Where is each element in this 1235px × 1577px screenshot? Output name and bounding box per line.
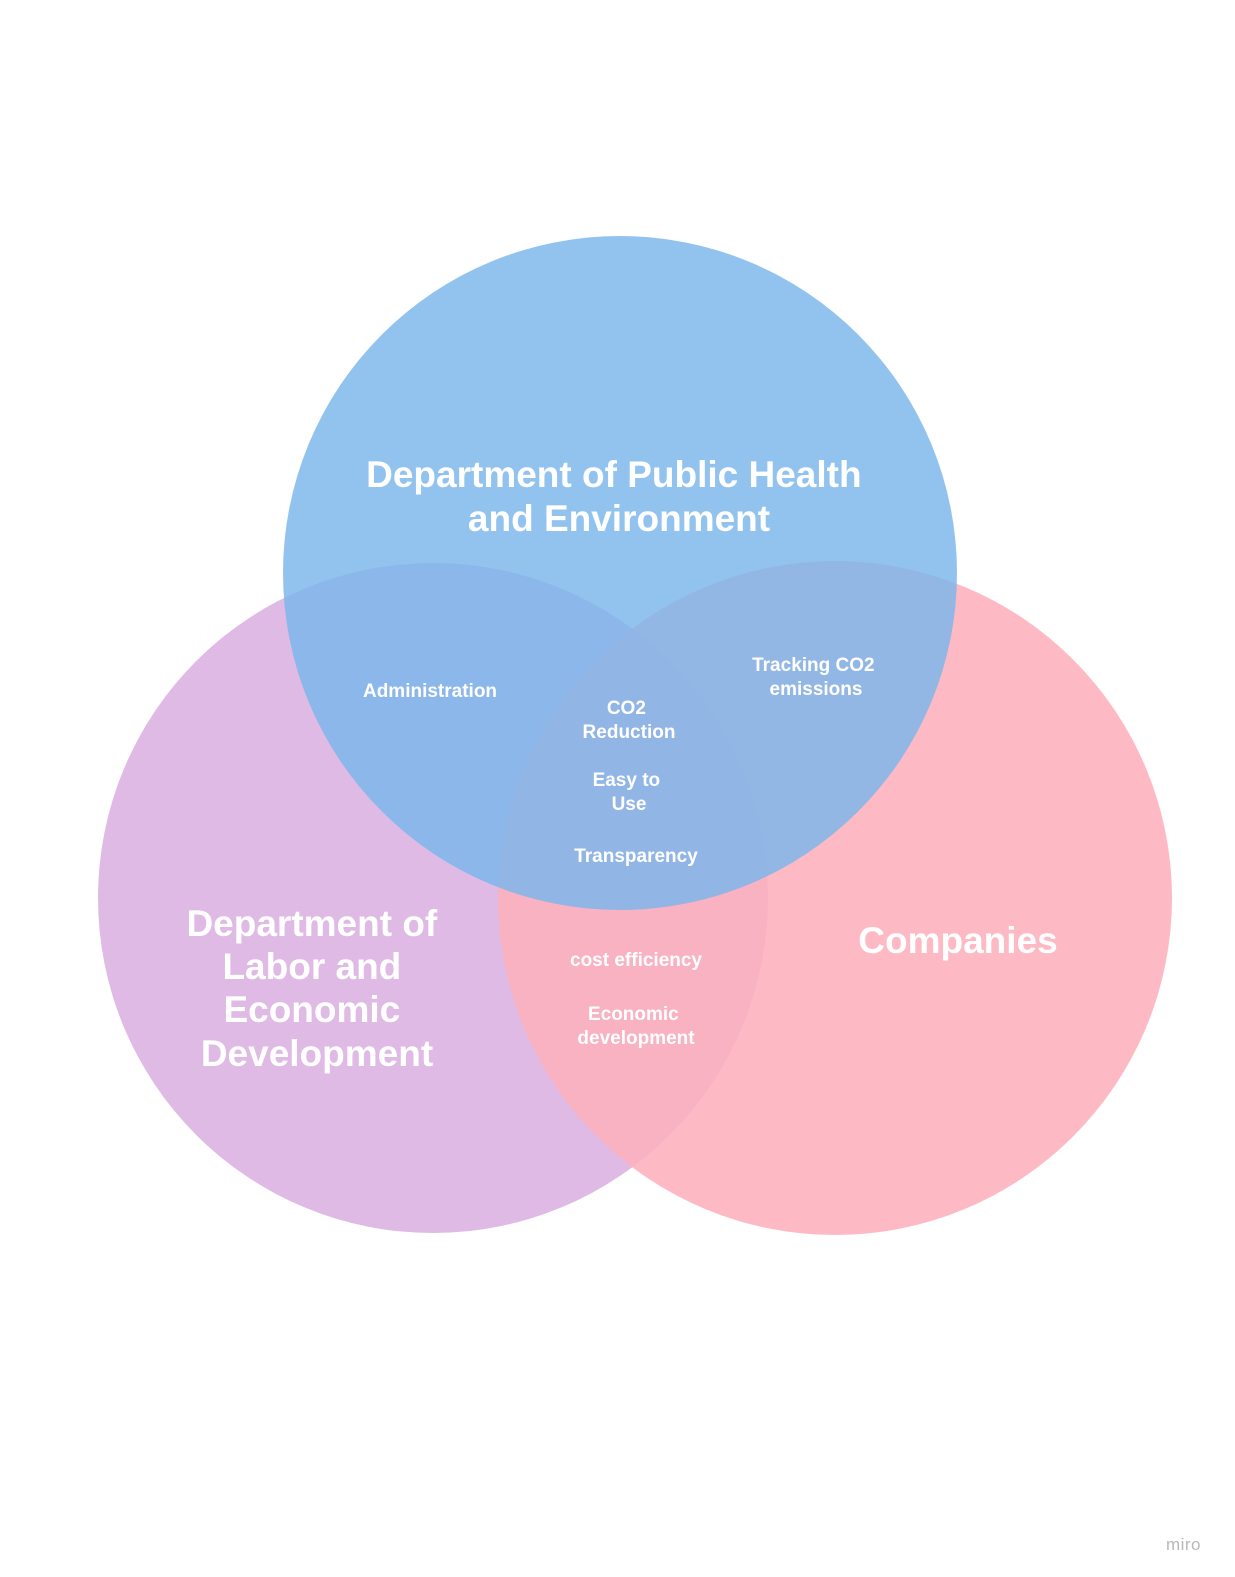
overlap-cost-efficiency: cost efficiency [570, 950, 702, 971]
overlap-transparency: Transparency [574, 846, 698, 867]
label-labor-economic: Department of Labor and Economic Develop… [186, 903, 447, 1074]
venn-diagram: Department of Public Health and Environm… [98, 236, 1172, 1235]
miro-watermark: miro [1165, 1535, 1201, 1554]
overlap-administration: Administration [363, 681, 497, 702]
label-companies: Companies [858, 920, 1057, 961]
